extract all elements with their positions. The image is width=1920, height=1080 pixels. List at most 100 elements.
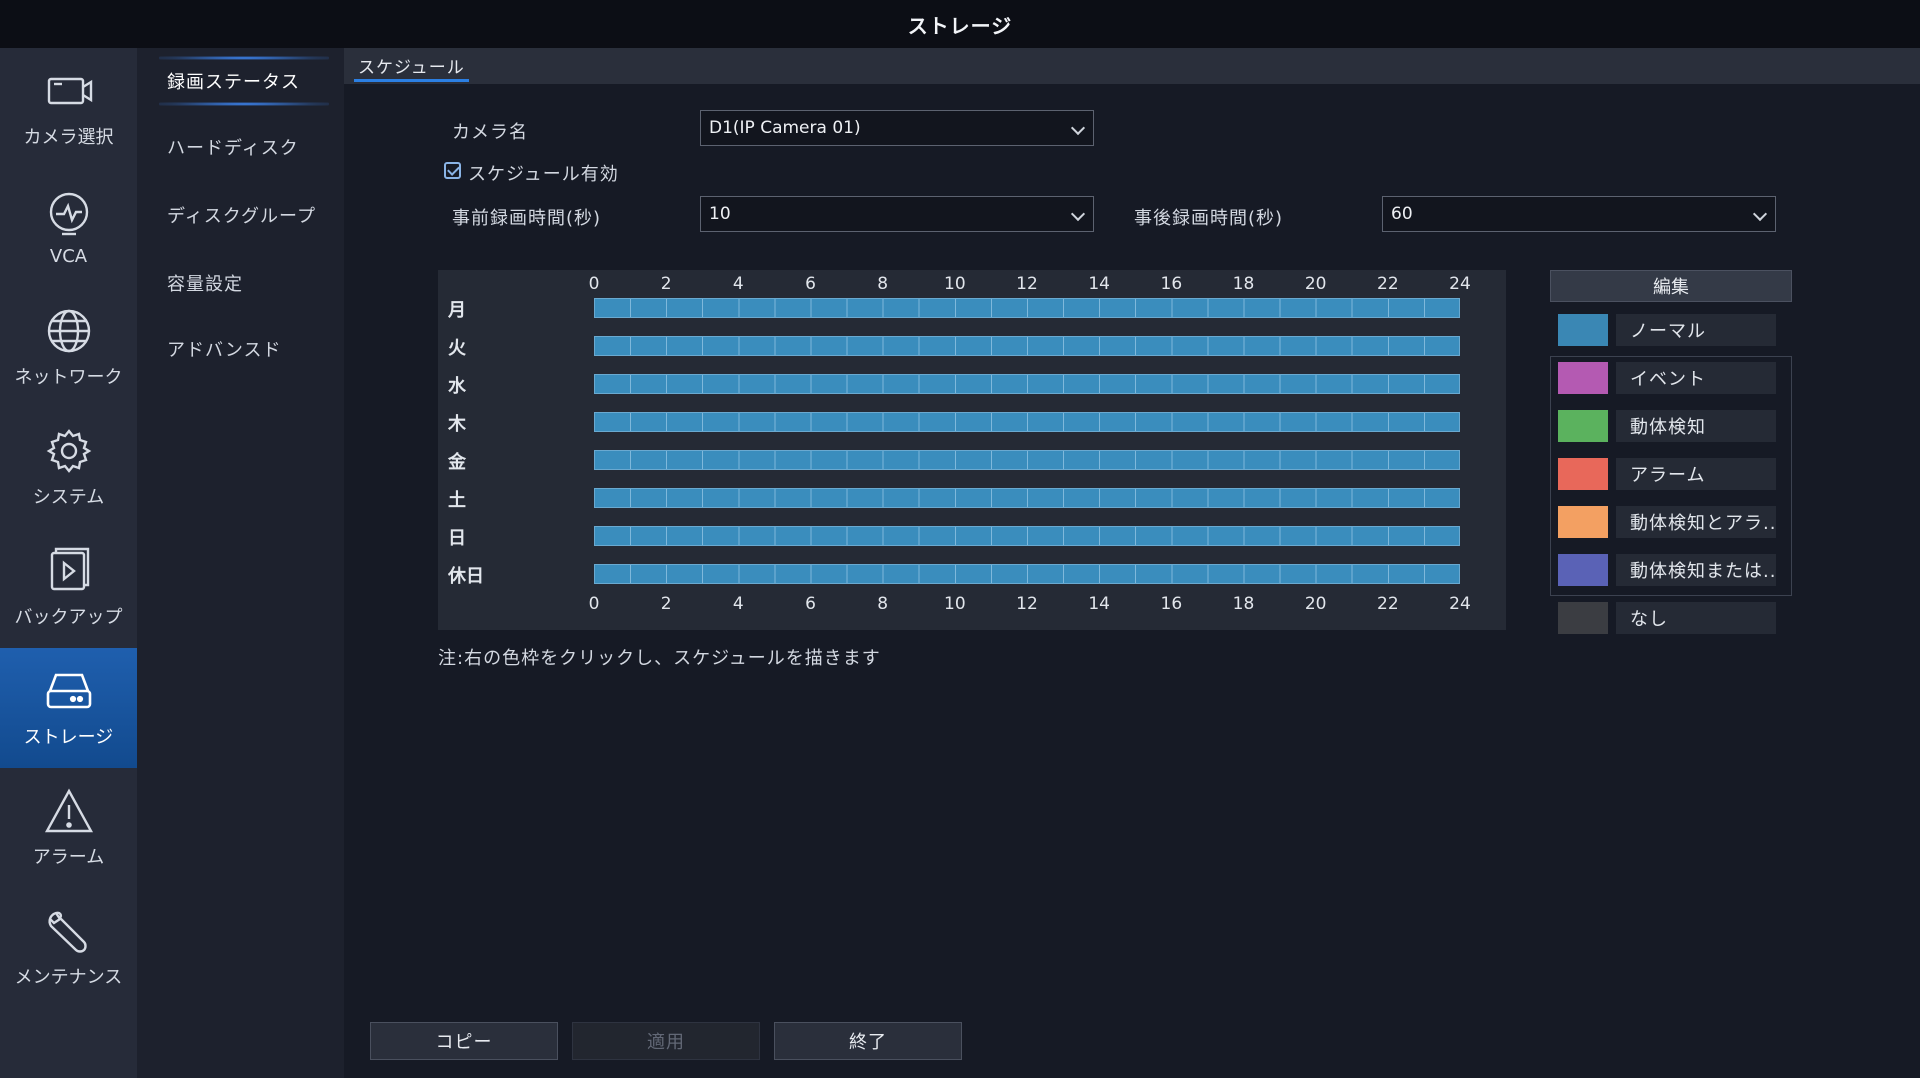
gear-icon xyxy=(46,429,91,473)
nav-item-label: バックアップ xyxy=(14,607,123,628)
nav-item-label: アラーム xyxy=(32,847,105,868)
nav-item-system[interactable]: システム xyxy=(0,408,137,528)
day-label: 金 xyxy=(448,452,466,473)
schedule-bar-row[interactable] xyxy=(594,488,1460,508)
nav-item-vca[interactable]: VCA xyxy=(0,168,137,288)
day-label: 月 xyxy=(448,300,466,321)
legend-label: 動体検知または... xyxy=(1616,554,1776,586)
nav-item-network[interactable]: ネットワーク xyxy=(0,288,137,408)
hour-tick-label: 2 xyxy=(660,274,672,294)
chevron-down-icon xyxy=(1752,206,1768,222)
legend-label: ノーマル xyxy=(1616,314,1776,346)
sub-menu-glow xyxy=(159,102,329,106)
vca-icon xyxy=(49,192,88,235)
hour-tick-label: 2 xyxy=(660,594,672,614)
nav-item-alarm[interactable]: アラーム xyxy=(0,768,137,888)
legend-item[interactable]: 動体検知 xyxy=(1558,410,1784,442)
camera-select[interactable]: D1(IP Camera 01) xyxy=(700,110,1094,146)
sub-item-record-status[interactable]: 録画ステータス xyxy=(167,68,300,94)
hour-tick-label: 16 xyxy=(1160,594,1183,614)
hour-tick-label: 4 xyxy=(732,274,744,294)
tab-schedule[interactable]: スケジュール xyxy=(354,53,469,82)
schedule-note: 注:右の色枠をクリックし、スケジュールを描きます xyxy=(438,648,881,669)
hour-tick-label: 16 xyxy=(1160,274,1183,294)
schedule-bar-row[interactable] xyxy=(594,298,1460,318)
hour-tick-label: 0 xyxy=(588,594,600,614)
legend-item[interactable]: イベント xyxy=(1558,362,1784,394)
legend-item[interactable]: ノーマル xyxy=(1558,314,1784,346)
content-area: スケジュール カメラ名 D1(IP Camera 01) スケジュール有効 事前… xyxy=(344,48,1920,1078)
sub-item-advanced[interactable]: アドバンスド xyxy=(167,336,282,362)
legend-label: アラーム xyxy=(1616,458,1776,490)
legend-item[interactable]: 動体検知または... xyxy=(1558,554,1784,586)
schedule-enabled-checkbox[interactable] xyxy=(444,162,461,179)
nav-item-label: システム xyxy=(32,487,105,508)
schedule-bar-row[interactable] xyxy=(594,374,1460,394)
sub-item-capacity[interactable]: 容量設定 xyxy=(167,270,243,296)
schedule-grid: 0 2 4 6 8 10 12 14 16 18 20 22 24 0 2 4 6 8 10 12 14 16 18 20 2… xyxy=(438,270,1506,630)
schedule-bar-row[interactable] xyxy=(594,526,1460,546)
main-nav: カメラ選択 VCA ネットワーク システム バックアップ ストレージ アラーム … xyxy=(0,48,137,1078)
day-label: 水 xyxy=(448,376,466,397)
hour-tick-label: 10 xyxy=(944,594,966,614)
legend-item[interactable]: なし xyxy=(1558,602,1784,634)
schedule-bar-row[interactable] xyxy=(594,564,1460,584)
pre-record-value: 10 xyxy=(709,204,731,224)
sub-item-disk-group[interactable]: ディスクグループ xyxy=(167,202,316,228)
apply-button[interactable]: 適用 xyxy=(572,1022,760,1060)
nav-item-label: メンテナンス xyxy=(14,967,123,988)
legend-swatch[interactable] xyxy=(1558,410,1608,442)
hour-tick-label: 12 xyxy=(1016,594,1038,614)
backup-icon xyxy=(50,547,89,591)
legend-item[interactable]: アラーム xyxy=(1558,458,1784,490)
schedule-bar-row[interactable] xyxy=(594,450,1460,470)
hour-tick-label: 10 xyxy=(944,274,966,294)
hour-tick-label: 20 xyxy=(1304,274,1327,294)
nav-item-backup[interactable]: バックアップ xyxy=(0,528,137,648)
nav-item-camera[interactable]: カメラ選択 xyxy=(0,48,137,168)
legend-swatch[interactable] xyxy=(1558,506,1608,538)
wrench-icon xyxy=(47,911,87,953)
copy-button[interactable]: コピー xyxy=(370,1022,558,1060)
hour-tick-label: 14 xyxy=(1088,594,1110,614)
legend-swatch[interactable] xyxy=(1558,602,1608,634)
camera-select-value: D1(IP Camera 01) xyxy=(709,118,861,138)
hour-tick-label: 24 xyxy=(1449,594,1471,614)
tab-bar: スケジュール xyxy=(344,48,1920,84)
post-record-select[interactable]: 60 xyxy=(1382,196,1776,232)
legend-swatch[interactable] xyxy=(1558,362,1608,394)
hour-tick-label: 0 xyxy=(588,274,600,294)
legend-swatch[interactable] xyxy=(1558,458,1608,490)
nav-item-maintenance[interactable]: メンテナンス xyxy=(0,888,137,1008)
chevron-down-icon xyxy=(1070,120,1086,136)
day-label: 日 xyxy=(448,528,466,549)
legend-label: イベント xyxy=(1616,362,1776,394)
legend-label: 動体検知 xyxy=(1616,410,1776,442)
hour-tick-label: 24 xyxy=(1449,274,1471,294)
legend-label: 動体検知とアラ... xyxy=(1616,506,1776,538)
day-label: 木 xyxy=(448,414,466,435)
post-record-value: 60 xyxy=(1391,204,1413,224)
legend-swatch[interactable] xyxy=(1558,554,1608,586)
sub-item-hard-disk[interactable]: ハードディスク xyxy=(167,134,299,160)
day-label: 火 xyxy=(448,338,466,359)
camera-name-label: カメラ名 xyxy=(452,122,528,143)
hdd-icon xyxy=(46,673,91,709)
edit-button[interactable]: 編集 xyxy=(1550,270,1792,302)
camera-icon xyxy=(47,77,92,105)
schedule-bar-row[interactable] xyxy=(594,412,1460,432)
schedule-bar-row[interactable] xyxy=(594,336,1460,356)
hour-tick-label: 12 xyxy=(1016,274,1038,294)
pre-record-select[interactable]: 10 xyxy=(700,196,1094,232)
legend-item[interactable]: 動体検知とアラ... xyxy=(1558,506,1784,538)
hour-tick-label: 6 xyxy=(805,594,816,614)
exit-button[interactable]: 終了 xyxy=(774,1022,962,1060)
warning-icon xyxy=(44,788,93,833)
globe-icon xyxy=(47,309,90,353)
app-window: ストレージ カメラ選択 VCA ネットワーク システム バックアップ ストレージ… xyxy=(0,0,1920,1078)
nav-item-storage[interactable]: ストレージ xyxy=(0,648,137,768)
nav-item-label: ストレージ xyxy=(23,727,114,748)
post-record-label: 事後録画時間(秒) xyxy=(1134,208,1284,229)
hour-tick-label: 4 xyxy=(732,594,744,614)
legend-swatch[interactable] xyxy=(1558,314,1608,346)
